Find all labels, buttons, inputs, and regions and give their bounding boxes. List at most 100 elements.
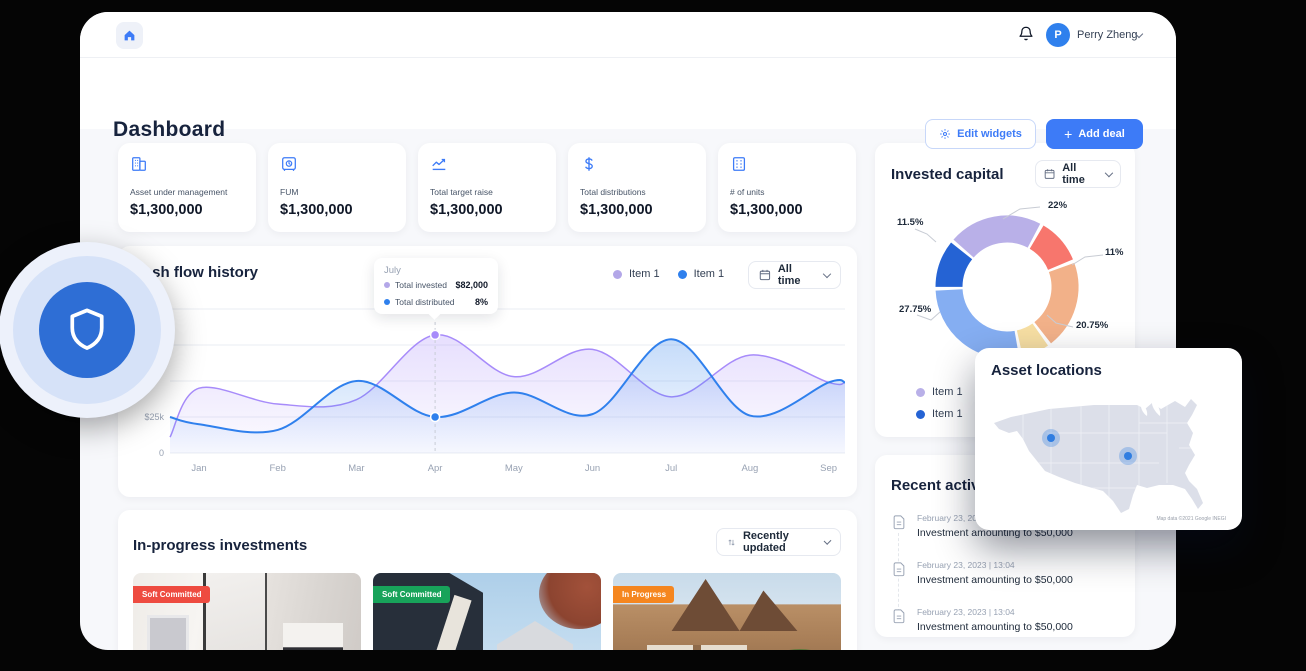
property-photo [613, 573, 841, 650]
calendar-icon [1044, 168, 1055, 180]
legend-dot [613, 270, 622, 279]
legend-dot [678, 270, 687, 279]
legend-label: Item 1 [932, 386, 963, 398]
svg-text:0: 0 [159, 448, 164, 458]
stat-card-distributions[interactable]: Total distributions $1,300,000 [568, 143, 706, 232]
building-icon [130, 155, 148, 173]
map-attribution: Map data ©2021 Google INEGI [1156, 516, 1226, 522]
chart-line-icon [430, 155, 448, 173]
property-card[interactable]: Soft Committed [133, 573, 361, 650]
stat-card-target-raise[interactable]: Total target raise $1,300,000 [418, 143, 556, 232]
legend-item[interactable]: Item 1 [613, 268, 660, 280]
bell-icon [1017, 25, 1035, 43]
legend-dot [916, 388, 925, 397]
chevron-down-icon [1105, 169, 1113, 177]
asset-locations-card: Asset locations Map data ©2021 Google IN… [975, 348, 1242, 530]
page-title: Dashboard [113, 118, 225, 142]
page-header: Dashboard Edit widgets + Add deal [80, 58, 1176, 129]
svg-text:May: May [505, 463, 523, 474]
invested-capital-title: Invested capital [891, 166, 1004, 183]
calendar-icon [759, 269, 771, 281]
svg-text:Aug: Aug [741, 463, 758, 474]
stat-card-fum[interactable]: FUM $1,300,000 [268, 143, 406, 232]
tooltip-dot [384, 299, 390, 305]
document-icon [891, 513, 907, 530]
stat-value: $1,300,000 [430, 202, 544, 218]
tooltip-label: Total invested [395, 280, 447, 290]
stat-value: $1,300,000 [730, 202, 844, 218]
chart-tooltip: July Total invested $82,000 Total distri… [374, 258, 498, 314]
tooltip-value: 8% [475, 297, 488, 307]
stat-label: # of units [730, 187, 844, 197]
stat-value: $1,300,000 [580, 202, 694, 218]
shield-overlay [12, 255, 162, 405]
shield-icon [65, 306, 109, 354]
donut-label-115: 11.5% [897, 217, 923, 228]
units-icon [730, 155, 748, 173]
stat-value: $1,300,000 [130, 202, 244, 218]
cash-flow-legend: Item 1 Item 1 [613, 268, 724, 280]
stat-card-units[interactable]: # of units $1,300,000 [718, 143, 856, 232]
stat-value: $1,300,000 [280, 202, 394, 218]
add-deal-button[interactable]: + Add deal [1046, 119, 1143, 149]
legend-label: Item 1 [694, 268, 725, 280]
activity-date: February 23, 2023 | 13:04 [917, 607, 1073, 617]
svg-text:Apr: Apr [428, 463, 443, 474]
notifications-button[interactable] [1017, 25, 1037, 45]
stat-label: FUM [280, 187, 394, 197]
gear-icon [939, 128, 951, 140]
tooltip-value: $82,000 [455, 280, 488, 290]
tooltip-label: Total distributed [395, 297, 455, 307]
legend-item[interactable]: Item 1 [916, 386, 963, 398]
home-icon [123, 29, 136, 42]
in-progress-title: In-progress investments [133, 537, 307, 554]
tooltip-dot [384, 282, 390, 288]
svg-text:Jan: Jan [191, 463, 206, 474]
activity-item[interactable]: February 23, 2023 | 13:04 Investment amo… [891, 554, 1119, 595]
donut-label-22: 22% [1048, 200, 1067, 211]
legend-item[interactable]: Item 1 [916, 408, 963, 420]
legend-label: Item 1 [629, 268, 660, 280]
avatar[interactable]: P [1046, 23, 1070, 47]
legend-dot [916, 410, 925, 419]
property-photo [133, 573, 361, 650]
activity-item[interactable]: February 23, 2023 | 13:04 Investment amo… [891, 601, 1119, 642]
tooltip-month: July [384, 265, 488, 276]
property-card[interactable]: In Progress [613, 573, 841, 650]
document-icon [891, 560, 907, 577]
activity-text: Investment amounting to $50,000 [917, 574, 1073, 586]
asset-locations-title: Asset locations [991, 362, 1102, 379]
invested-legend: Item 1 Item 1 [916, 386, 963, 420]
status-badge: Soft Committed [133, 586, 210, 603]
sort-select[interactable]: Recently updated [716, 528, 841, 556]
svg-text:Feb: Feb [270, 463, 286, 474]
screenshot-stage: P Perry Zheng Dashboard Edit widgets + A… [0, 0, 1306, 671]
legend-label: Item 1 [932, 408, 963, 420]
dollar-icon [580, 155, 598, 173]
activity-text: Investment amounting to $50,000 [917, 621, 1073, 633]
property-card[interactable]: Soft Committed [373, 573, 601, 650]
edit-widgets-label: Edit widgets [957, 128, 1022, 140]
sort-label: Recently updated [743, 530, 818, 554]
sort-icon [727, 537, 736, 548]
cash-flow-range-select[interactable]: All time [748, 261, 841, 289]
document-icon [891, 607, 907, 624]
svg-text:Sep: Sep [820, 463, 837, 474]
svg-text:$25k: $25k [144, 412, 164, 422]
status-badge: Soft Committed [373, 586, 450, 603]
shield-circle [39, 282, 135, 378]
stat-card-aum[interactable]: Asset under management $1,300,000 [118, 143, 256, 232]
cash-flow-history-card: Cash flow history Item 1 Item 1 All time [118, 246, 857, 497]
in-progress-investments-card: In-progress investments Recently updated… [118, 510, 857, 650]
svg-text:Jul: Jul [665, 463, 677, 474]
legend-item[interactable]: Item 1 [678, 268, 725, 280]
app-window: P Perry Zheng Dashboard Edit widgets + A… [80, 12, 1176, 650]
edit-widgets-button[interactable]: Edit widgets [925, 119, 1036, 149]
home-button[interactable] [116, 22, 143, 49]
donut-label-2775: 27.75% [899, 304, 931, 315]
range-label: All time [1062, 162, 1099, 186]
user-name[interactable]: Perry Zheng [1077, 29, 1138, 41]
status-badge: In Progress [613, 586, 674, 603]
chevron-down-icon [823, 270, 831, 278]
invested-range-select[interactable]: All time [1035, 160, 1121, 188]
